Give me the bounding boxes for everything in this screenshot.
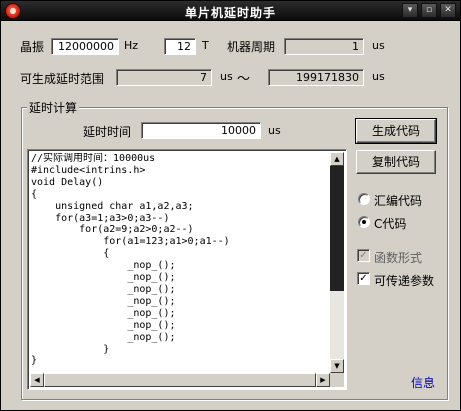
pass-params-label[interactable]: 可传递参数 <box>374 272 434 289</box>
function-form-checkbox[interactable]: ✓ <box>357 249 370 262</box>
asm-code-label[interactable]: 汇编代码 <box>374 192 422 209</box>
clock-cycles-unit-label: T <box>202 39 209 52</box>
crystal-label: 晶振 <box>20 40 45 54</box>
delay-calc-group-title: 延时计算 <box>27 99 80 116</box>
clock-cycles-input[interactable]: 12 <box>164 38 196 55</box>
title-bar[interactable]: 单片机延时助手 ▾ ▫ ✕ <box>1 1 460 21</box>
asm-code-radio[interactable] <box>358 193 370 205</box>
machine-cycle-label: 机器周期 <box>227 40 276 54</box>
range-min-unit-label: us <box>220 70 233 83</box>
range-max-unit-label: us <box>372 70 385 83</box>
horizontal-scrollbar[interactable]: ◀ ▶ <box>30 373 330 387</box>
scroll-left-icon[interactable]: ◀ <box>30 373 44 387</box>
c-code-radio[interactable] <box>358 216 370 228</box>
scroll-right-icon[interactable]: ▶ <box>316 373 330 387</box>
close-button[interactable]: ✕ <box>440 3 456 18</box>
delay-time-input[interactable]: 10000 <box>141 122 261 139</box>
vertical-scrollbar[interactable]: ▲ ▼ <box>330 152 344 373</box>
crystal-frequency-input[interactable]: 12000000 <box>51 38 119 55</box>
info-link[interactable]: 信息 <box>411 374 435 391</box>
maximize-button[interactable]: ▫ <box>421 3 437 18</box>
c-code-label[interactable]: C代码 <box>374 215 406 232</box>
app-window: 单片机延时助手 ▾ ▫ ✕ 晶振 12000000 Hz 12 T 机器周期 1… <box>0 0 461 411</box>
code-text[interactable]: //实际调用时间：10000us #include<intrins.h> voi… <box>31 153 333 372</box>
horizontal-scroll-thumb[interactable] <box>44 373 316 387</box>
delay-time-label: 延时时间 <box>83 125 132 139</box>
pass-params-checkbox[interactable]: ✓ <box>357 272 370 285</box>
range-min-value: 7 <box>116 69 212 86</box>
minimize-button[interactable]: ▾ <box>402 3 418 18</box>
delay-time-unit-label: us <box>268 124 281 137</box>
range-separator: ～ <box>237 72 251 87</box>
window-title: 单片机延时助手 <box>184 6 276 20</box>
scroll-up-icon[interactable]: ▲ <box>330 152 344 166</box>
copy-code-button[interactable]: 复制代码 <box>356 150 436 174</box>
scrollbar-corner <box>330 373 344 387</box>
range-label: 可生成延时范围 <box>20 72 105 86</box>
machine-cycle-value: 1 <box>284 38 364 55</box>
scroll-down-icon[interactable]: ▼ <box>330 359 344 373</box>
vertical-scroll-thumb[interactable] <box>330 166 344 291</box>
machine-cycle-unit-label: us <box>372 39 385 52</box>
function-form-label: 函数形式 <box>374 251 423 265</box>
range-max-value: 199171830 <box>268 69 364 86</box>
generate-code-button[interactable]: 生成代码 <box>355 118 437 144</box>
crystal-unit-label: Hz <box>124 39 139 52</box>
code-output-area[interactable]: //实际调用时间：10000us #include<intrins.h> voi… <box>27 149 347 390</box>
